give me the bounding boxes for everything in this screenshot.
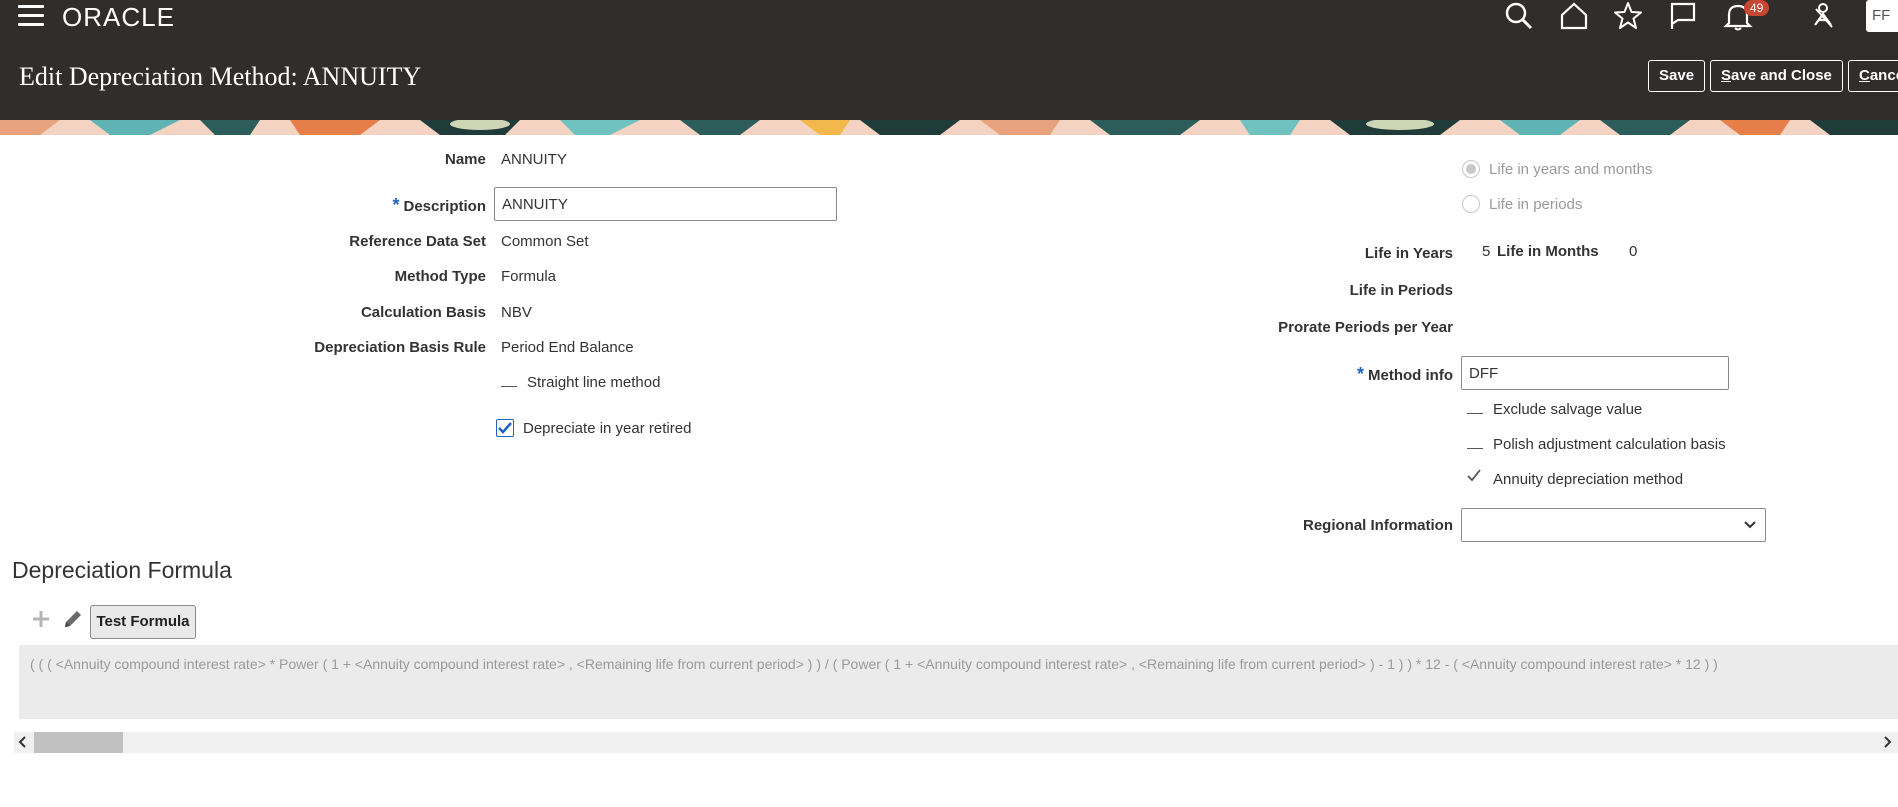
method-info-label-text: Method info [1368,367,1453,384]
favorites-star-icon[interactable] [1613,1,1645,31]
depreciation-formula-heading: Depreciation Formula [12,557,232,583]
life-in-months-value: 0 [1629,243,1638,260]
exclude-salvage-indicator [1467,413,1483,414]
user-avatar[interactable]: FF [1866,0,1898,32]
method-info-input[interactable] [1461,356,1729,390]
exclude-salvage-label: Exclude salvage value [1493,401,1643,418]
description-label-text: Description [403,198,486,215]
reference-data-set-value: Common Set [501,233,589,250]
annuity-depreciation-label: Annuity depreciation method [1493,471,1684,488]
depreciation-basis-rule-label: Depreciation Basis Rule [314,339,486,356]
calculation-basis-label: Calculation Basis [360,304,486,321]
edit-pencil-icon[interactable] [61,607,85,631]
description-label: * Description [380,195,486,216]
formula-textarea[interactable]: ( ( ( <Annuity compound interest rate> *… [19,645,1898,719]
accessibility-icon[interactable] [1808,1,1840,31]
global-header: ORACLE 49 FF Edit Depreciation Method: A… [0,0,1898,120]
save-and-close-button[interactable]: Save and Close [1710,60,1843,92]
regional-information-select[interactable] [1461,508,1766,542]
life-in-years-label: Life in Years [1364,245,1453,262]
name-label: Name [445,151,486,168]
scrollbar-thumb[interactable] [34,732,123,753]
required-asterisk: * [1357,364,1365,384]
calculation-basis-value: NBV [501,304,532,321]
life-in-years-value: 5 [1482,243,1491,260]
annuity-checkmark-icon [1467,469,1481,488]
save-button[interactable]: Save [1648,60,1705,92]
cancel-button[interactable]: Cancel [1848,60,1898,92]
decorative-banner [0,120,1898,135]
name-value: ANNUITY [501,151,567,168]
scroll-left-icon[interactable] [16,735,30,749]
search-icon[interactable] [1504,1,1536,31]
life-in-years-months-radio[interactable] [1462,160,1480,178]
chevron-down-icon [1744,521,1756,529]
test-formula-button[interactable]: Test Formula [90,605,196,639]
depreciation-basis-rule-value: Period End Balance [501,339,634,356]
life-in-periods-radio-label: Life in periods [1489,196,1583,213]
straight-line-label: Straight line method [527,374,661,391]
depreciate-in-year-retired-checkbox[interactable] [496,419,514,437]
straight-line-indicator [501,386,517,387]
required-asterisk: * [392,195,400,215]
polish-adjustment-indicator [1467,448,1483,449]
prorate-periods-label: Prorate Periods per Year [1278,319,1453,336]
horizontal-scrollbar[interactable] [14,732,1898,753]
method-type-label: Method Type [394,268,486,285]
life-in-periods-label: Life in Periods [1349,282,1453,299]
menu-icon[interactable] [18,5,44,27]
reference-data-set-label: Reference Data Set [349,233,486,250]
life-in-periods-radio[interactable] [1462,195,1480,213]
method-type-value: Formula [501,268,557,285]
formula-text: ( ( ( <Annuity compound interest rate> *… [30,656,1718,672]
regional-information-label: Regional Information [1303,517,1453,534]
method-info-label: * Method info [1330,364,1453,385]
scroll-right-icon[interactable] [1880,735,1894,749]
polish-adjustment-label: Polish adjustment calculation basis [1493,436,1726,453]
add-icon[interactable] [29,607,53,631]
life-in-months-label: Life in Months [1497,243,1599,260]
life-in-years-months-label: Life in years and months [1489,161,1653,178]
page-title: Edit Depreciation Method: ANNUITY [19,62,422,91]
watchlist-flag-icon[interactable] [1668,1,1700,31]
depreciate-in-year-retired-label: Depreciate in year retired [523,420,692,437]
home-icon[interactable] [1559,1,1591,31]
description-input[interactable] [494,187,837,221]
notification-count-badge: 49 [1744,0,1770,16]
oracle-logo[interactable]: ORACLE [62,2,175,33]
